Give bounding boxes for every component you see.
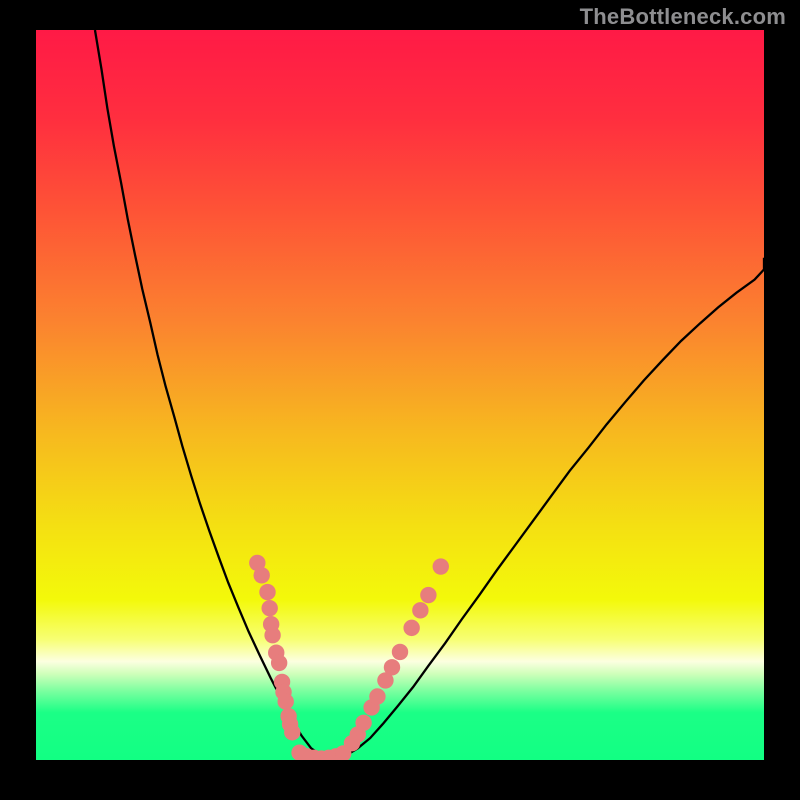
bottleneck-chart <box>0 0 800 800</box>
data-point <box>253 567 269 583</box>
data-point <box>271 655 287 671</box>
data-point <box>284 724 300 740</box>
data-point <box>433 558 449 574</box>
data-point <box>369 688 385 704</box>
data-point <box>261 600 277 616</box>
data-point <box>384 659 400 675</box>
data-point <box>403 620 419 636</box>
data-point <box>355 715 371 731</box>
data-point <box>392 644 408 660</box>
data-point <box>278 693 294 709</box>
data-point <box>259 584 275 600</box>
data-point <box>420 587 436 603</box>
chart-frame: { "watermark": "TheBottleneck.com", "col… <box>0 0 800 800</box>
data-point <box>264 627 280 643</box>
watermark-text: TheBottleneck.com <box>580 4 786 30</box>
data-point <box>412 602 428 618</box>
